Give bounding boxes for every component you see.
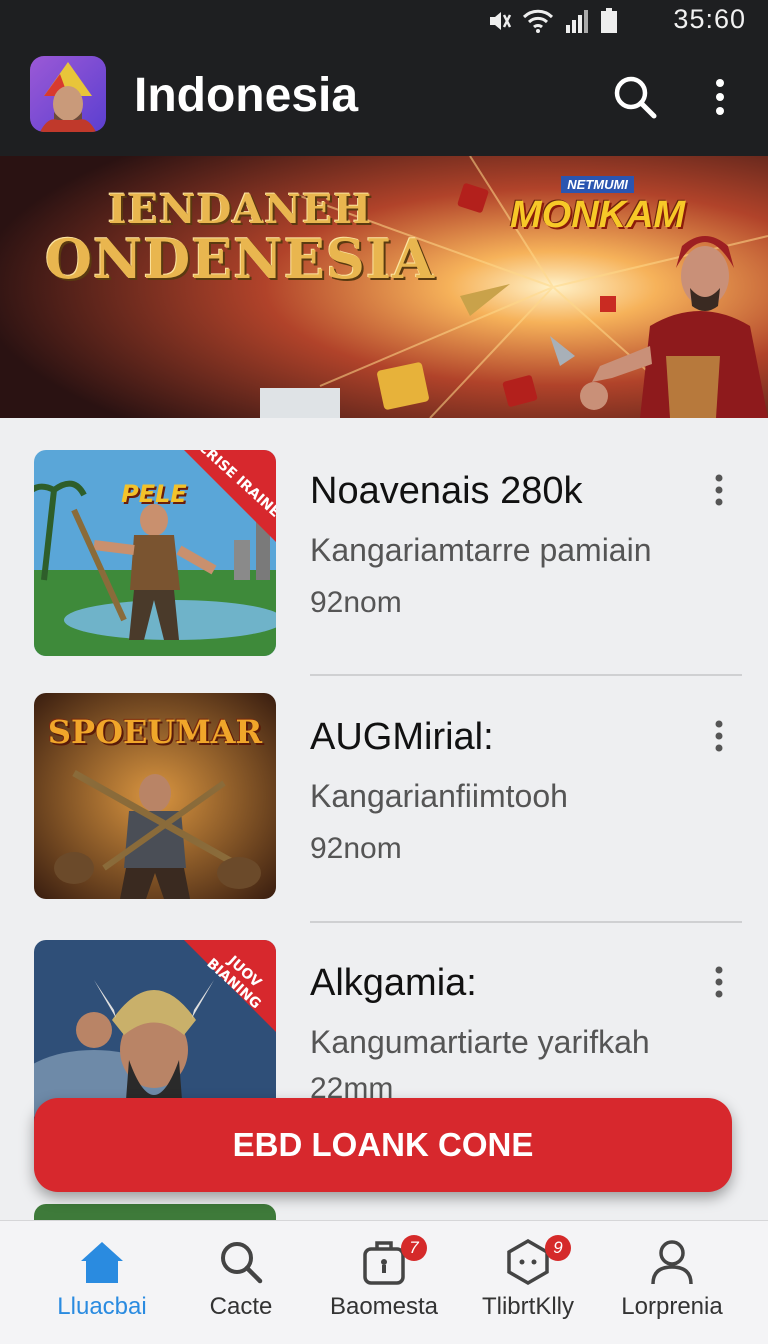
status-bar: 35:60 xyxy=(0,0,768,40)
battery-icon xyxy=(601,8,617,33)
thumb-title: PELE xyxy=(121,480,187,508)
nav-item-search[interactable]: Cacte xyxy=(166,1221,316,1344)
item-more-button[interactable] xyxy=(706,470,732,510)
search-button[interactable] xyxy=(610,72,660,122)
nav-label: Lorprenia xyxy=(621,1293,723,1320)
item-title: Alkgamia: xyxy=(310,962,477,1004)
more-vertical-icon xyxy=(716,79,724,115)
more-vertical-icon xyxy=(715,966,723,998)
notification-badge: 7 xyxy=(401,1235,427,1261)
nav-label: TlibrtKlly xyxy=(481,1293,574,1320)
nav-label: Lluacbai xyxy=(57,1293,147,1320)
nav-item-hexagon[interactable]: 9 TlibrtKlly xyxy=(453,1221,603,1344)
search-icon xyxy=(221,1242,263,1284)
banner-badge-main: MONKAM xyxy=(510,194,686,236)
nav-label: Baomesta xyxy=(329,1293,439,1320)
more-vertical-icon xyxy=(715,474,723,506)
item-more-button[interactable] xyxy=(706,716,732,756)
profile-icon xyxy=(651,1240,693,1285)
app-avatar[interactable] xyxy=(30,56,106,132)
item-thumbnail-partial xyxy=(34,1204,276,1220)
banner-badge-top: NETMUMI xyxy=(561,176,634,193)
banner-badge: NETMUMI MONKAM xyxy=(510,176,685,237)
nav-item-profile[interactable]: Lorprenia xyxy=(597,1221,747,1344)
banner-logo-text: IENDANEH ONDENESIA xyxy=(30,186,450,291)
more-vertical-icon xyxy=(715,720,723,752)
app-title: Indonesia xyxy=(134,69,359,122)
mute-icon xyxy=(490,12,512,30)
nav-label: Cacte xyxy=(209,1293,273,1320)
notification-badge: 9 xyxy=(545,1235,571,1261)
item-meta: 92nom xyxy=(310,832,402,865)
overflow-menu-button[interactable] xyxy=(700,72,740,122)
search-icon xyxy=(614,76,657,119)
home-icon xyxy=(81,1242,123,1283)
item-title: Noavenais 280k xyxy=(310,470,583,512)
banner-line-1: IENDANEH xyxy=(107,186,373,233)
nav-item-home[interactable]: Lluacbai xyxy=(27,1221,177,1344)
nav-item-bag[interactable]: 7 Baomesta xyxy=(309,1221,459,1344)
banner-line-2: ONDENESIA xyxy=(44,227,436,291)
status-icons xyxy=(486,8,618,34)
status-time: 35:60 xyxy=(673,4,746,34)
item-more-button[interactable] xyxy=(706,962,732,1002)
wifi-icon xyxy=(522,9,554,33)
cta-button[interactable]: EBD LOANK CONE xyxy=(34,1098,732,1192)
item-meta: 92nom xyxy=(310,586,402,619)
item-subtitle: Kangarianfiimtooh xyxy=(310,778,568,814)
bottom-navigation: Lluacbai Cacte 7 Baomesta 9 TlibrtKlly L… xyxy=(0,1220,768,1344)
signal-icon xyxy=(566,10,588,33)
item-title: AUGMirial: xyxy=(310,716,494,758)
list-item[interactable]: SPOEUMAR AUGMirial: Kangarianfiimtooh 92… xyxy=(0,676,768,923)
list-item[interactable]: PELE CRISE IRAINE Noavenais 280k Kangari… xyxy=(0,430,768,676)
item-thumbnail: PELE CRISE IRAINE xyxy=(34,450,276,656)
hero-banner[interactable]: IENDANEH ONDENESIA NETMUMI MONKAM xyxy=(0,156,768,418)
app-bar: Indonesia xyxy=(0,40,768,156)
thumb-title: SPOEUMAR xyxy=(47,713,263,751)
item-thumbnail: SPOEUMAR xyxy=(34,693,276,899)
item-subtitle: Kangariamtarre pamiain xyxy=(310,532,652,568)
item-subtitle: Kangumartiarte yarifkah xyxy=(310,1024,650,1060)
